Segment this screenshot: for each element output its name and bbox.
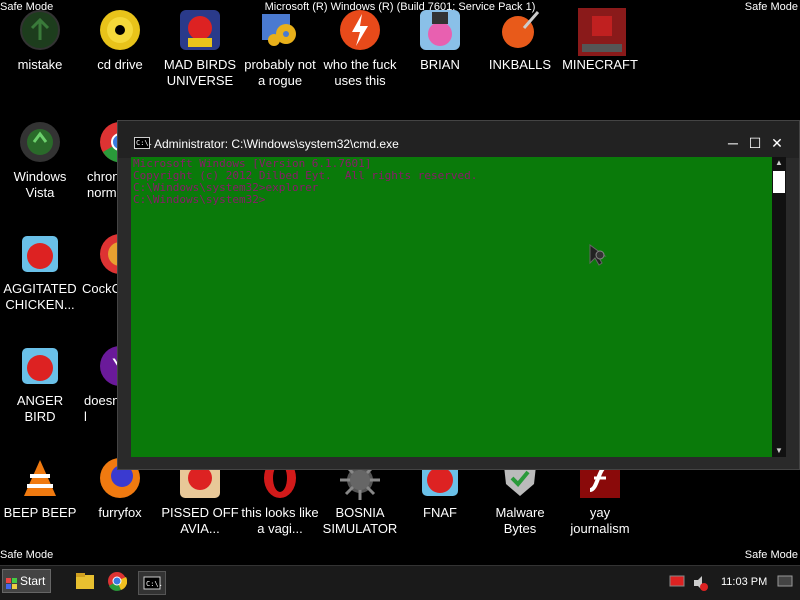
scroll-thumb[interactable] bbox=[773, 171, 785, 193]
inkball-icon bbox=[498, 8, 542, 52]
cmd-title: Administrator: C:\Windows\system32\cmd.e… bbox=[154, 137, 399, 151]
network-icon[interactable] bbox=[669, 575, 685, 589]
desktop-icon-cd-drive[interactable]: cd drive bbox=[80, 8, 160, 73]
desktop-icon-probably-not-a-rogue[interactable]: probably not a rogue bbox=[240, 8, 320, 89]
desktop-icon-anger-bird[interactable]: ANGER BIRD bbox=[0, 344, 80, 425]
angry-birds-icon bbox=[18, 232, 62, 276]
cmd-icon: C:\. bbox=[134, 137, 153, 149]
start-button[interactable]: Start bbox=[2, 569, 51, 593]
angry-birds-rio-icon bbox=[418, 8, 462, 52]
recycle-bin-icon bbox=[18, 8, 62, 52]
windows-flag-icon bbox=[6, 575, 18, 589]
busy-cursor-icon bbox=[588, 243, 612, 267]
cmd-window[interactable]: C:\. Administrator: C:\Windows\system32\… bbox=[117, 120, 800, 470]
desktop-icon-brian[interactable]: BRIAN bbox=[400, 8, 480, 73]
scroll-up-arrow-icon[interactable]: ▲ bbox=[772, 157, 786, 169]
desktop-icon-mistake[interactable]: mistake bbox=[0, 8, 80, 73]
desktop-icon-aggitated-chicken[interactable]: AGGITATED CHICKEN... bbox=[0, 232, 80, 313]
desktop-icon-cockc[interactable]: CockC bbox=[80, 232, 120, 297]
chrome-taskbar-icon[interactable] bbox=[107, 571, 133, 595]
desktop-icon-inkballs[interactable]: INKBALLS bbox=[480, 8, 560, 73]
gears-icon bbox=[258, 8, 302, 52]
angry-birds-icon bbox=[18, 344, 62, 388]
explorer-taskbar-icon[interactable] bbox=[74, 571, 100, 595]
desktop-icon-beep-beep[interactable]: BEEP BEEP bbox=[0, 456, 80, 521]
clock[interactable]: 11:03 PM bbox=[721, 576, 767, 588]
console-output[interactable]: Microsoft Windows [Version 6.1.7601] Cop… bbox=[131, 157, 772, 457]
desktop-icon-who-the-fuck-uses-this[interactable]: who the fuck uses this bbox=[320, 8, 400, 89]
winamp-icon bbox=[338, 8, 382, 52]
safe-mode-bottom-right: Safe Mode bbox=[744, 549, 798, 561]
vlc-cone-icon bbox=[18, 456, 62, 500]
cmd-taskbar-icon[interactable]: C:\. bbox=[138, 571, 166, 595]
maximize-button[interactable]: ☐ bbox=[745, 134, 765, 152]
taskbar: Start C:\. 11:03 PM bbox=[0, 565, 800, 600]
angry-birds-space-icon bbox=[178, 8, 222, 52]
speaker-muted-icon[interactable] bbox=[692, 575, 708, 591]
cmd-titlebar[interactable]: C:\. Administrator: C:\Windows\system32\… bbox=[118, 121, 799, 158]
show-desktop-icon[interactable] bbox=[777, 575, 793, 589]
cd-icon bbox=[98, 8, 142, 52]
console-line: C:\Windows\system32> bbox=[133, 193, 266, 206]
safe-mode-bottom-left: Safe Mode bbox=[0, 549, 54, 561]
console-scrollbar[interactable]: ▲ ▼ bbox=[772, 157, 786, 457]
scroll-down-arrow-icon[interactable]: ▼ bbox=[772, 445, 786, 457]
system-tray: 11:03 PM bbox=[665, 569, 798, 597]
close-button[interactable]: ✕ bbox=[767, 134, 787, 152]
desktop-icon-windows-vista[interactable]: Windows Vista bbox=[0, 120, 80, 201]
start-label: Start bbox=[20, 574, 46, 588]
minecraft-icon bbox=[578, 8, 626, 56]
svg-text:C:\.: C:\. bbox=[146, 580, 163, 588]
desktop-icon-minecraft[interactable]: MINECRAFT bbox=[560, 8, 640, 73]
recycle-icon bbox=[18, 120, 62, 164]
desktop-icon-yahoo[interactable]: Y! doesn l bbox=[80, 344, 120, 425]
minimize-button[interactable]: ─ bbox=[723, 134, 743, 152]
desktop-icon-chrome[interactable]: chron norm bbox=[80, 120, 120, 201]
desktop-icon-mad-birds-universe[interactable]: MAD BIRDS UNIVERSE bbox=[160, 8, 240, 89]
